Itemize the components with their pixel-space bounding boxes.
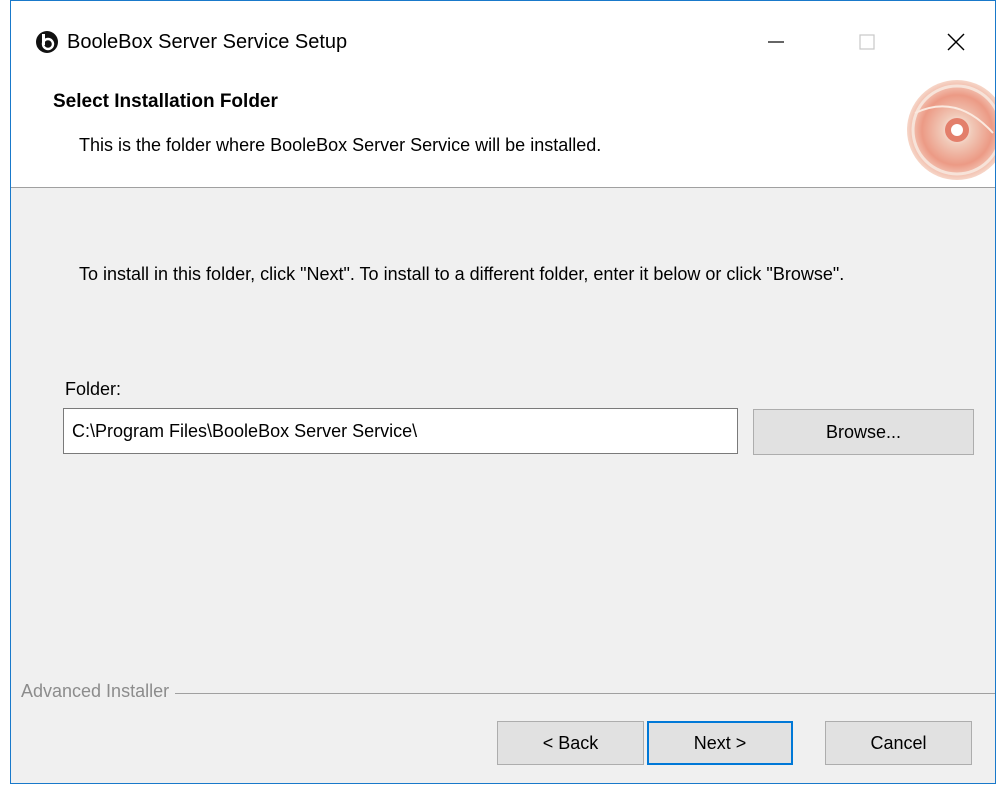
title-bar: BooleBox Server Service Setup: [11, 1, 995, 81]
next-button[interactable]: Next >: [647, 721, 793, 765]
minimize-icon: [768, 41, 784, 43]
folder-path-input[interactable]: [63, 408, 738, 454]
instruction-text: To install in this folder, click "Next".…: [79, 264, 845, 284]
installer-disc-icon: [907, 80, 995, 180]
window-title: BooleBox Server Service Setup: [67, 31, 348, 53]
minimize-button[interactable]: [753, 23, 799, 61]
page-header: Select Installation Folder This is the f…: [11, 80, 995, 188]
folder-label: Folder:: [65, 379, 122, 399]
brand-label: Advanced Installer: [21, 681, 176, 702]
page-subtitle: This is the folder where BooleBox Server…: [79, 135, 602, 155]
booleBox-app-icon: [36, 31, 58, 53]
close-icon: [947, 33, 965, 51]
maximize-icon: [859, 34, 875, 50]
close-button[interactable]: [933, 23, 979, 61]
back-button[interactable]: < Back: [497, 721, 644, 765]
page-title: Select Installation Folder: [53, 91, 278, 112]
maximize-button[interactable]: [844, 23, 890, 61]
setup-window: BooleBox Server Service Setup Select Ins…: [10, 0, 996, 784]
brand-separator: Advanced Installer: [11, 681, 995, 705]
cancel-button[interactable]: Cancel: [825, 721, 972, 765]
browse-button[interactable]: Browse...: [753, 409, 974, 455]
